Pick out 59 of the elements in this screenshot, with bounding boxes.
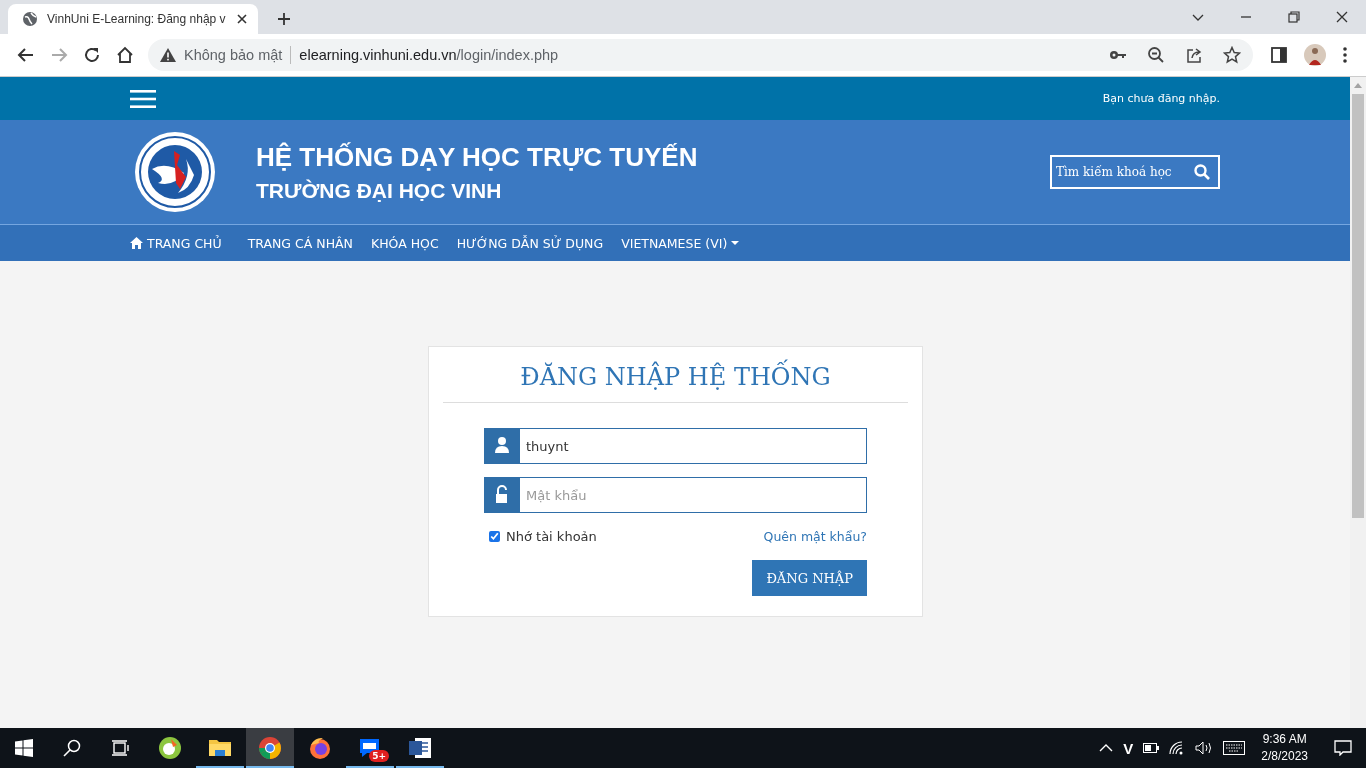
battery-icon[interactable] [1143,743,1160,753]
share-icon[interactable] [1185,46,1203,64]
security-label: Không bảo mật [184,47,283,63]
notification-icon[interactable] [1334,740,1352,756]
reload-icon[interactable] [83,46,101,64]
university-logo-icon [134,131,216,213]
side-panel-icon[interactable] [1270,46,1288,64]
nav-link[interactable]: TRANG CHỦ [130,235,231,251]
remember-checkbox[interactable] [489,531,500,542]
browser-tab[interactable]: VinhUni E-Learning: Đăng nhập v [8,4,258,34]
login-heading: ĐĂNG NHẬP HỆ THỐNG [443,347,908,403]
address-bar[interactable]: Không bảo mật elearning.vinhuni.edu.vn/login/index.php [148,39,1253,71]
leaf-icon [157,735,183,761]
url-text: elearning.vinhuni.edu.vn/login/index.php [299,47,559,63]
home-icon [130,237,143,249]
login-status: Bạn chưa đăng nhập. [1102,92,1220,105]
nav-link[interactable]: HƯỚNG DẪN SỬ DỤNG [447,235,613,251]
task-view-icon[interactable] [111,739,129,757]
input-method-indicator[interactable]: V [1123,739,1134,757]
remember-label: Nhớ tài khoản [506,529,597,544]
nav-link[interactable]: TRANG CÁ NHÂN [238,235,362,251]
back-icon[interactable] [17,46,35,64]
windows-icon[interactable] [15,739,33,757]
search-field[interactable]: Tìm kiếm khoá học [1050,155,1220,189]
site-subtitle: TRƯỜNG ĐẠI HỌC VINH [256,178,503,203]
more-icon[interactable] [1342,46,1348,64]
keyboard-icon[interactable] [1223,741,1246,755]
close-icon[interactable] [236,13,248,25]
chevron-up-icon[interactable] [1099,743,1114,753]
notification-badge: 5+ [369,750,389,762]
chrome-icon [257,735,283,761]
zoom-out-icon[interactable] [1147,46,1165,64]
warning-icon [160,48,176,62]
close-icon[interactable] [1335,10,1349,24]
taskbar-app[interactable] [246,728,294,768]
search-icon[interactable] [63,739,81,757]
menu-icon[interactable] [130,88,156,109]
fox-icon [307,735,333,761]
unlock-icon [484,477,520,513]
login-button[interactable]: ĐĂNG NHẬP [752,560,867,596]
scrollbar-thumb[interactable] [1352,94,1364,518]
home-icon[interactable] [116,46,134,64]
caret-icon [731,240,740,246]
taskbar-app[interactable]: 5+ [346,728,394,768]
star-icon[interactable] [1223,46,1241,64]
password-field[interactable]: Mật khẩu [520,477,867,513]
tab-title: VinhUni E-Learning: Đăng nhập v [47,12,226,26]
nav-link[interactable]: KHÓA HỌC [361,235,448,251]
user-icon [484,428,520,464]
new-tab-icon[interactable] [277,12,291,26]
speaker-icon[interactable] [1195,741,1214,755]
site-title: HỆ THỐNG DẠY HỌC TRỰC TUYẾN [256,141,698,173]
clock[interactable]: 9:36 AM 2/8/2023 [1261,731,1308,765]
nav-link[interactable]: VIETNAMESE (VI) [612,235,749,251]
username-field[interactable]: thuynt [520,428,867,464]
document-icon [407,735,433,761]
avatar-icon[interactable] [1303,43,1327,67]
restore-icon[interactable] [1287,10,1301,24]
forgot-password-link[interactable]: Quên mật khẩu? [763,529,867,544]
